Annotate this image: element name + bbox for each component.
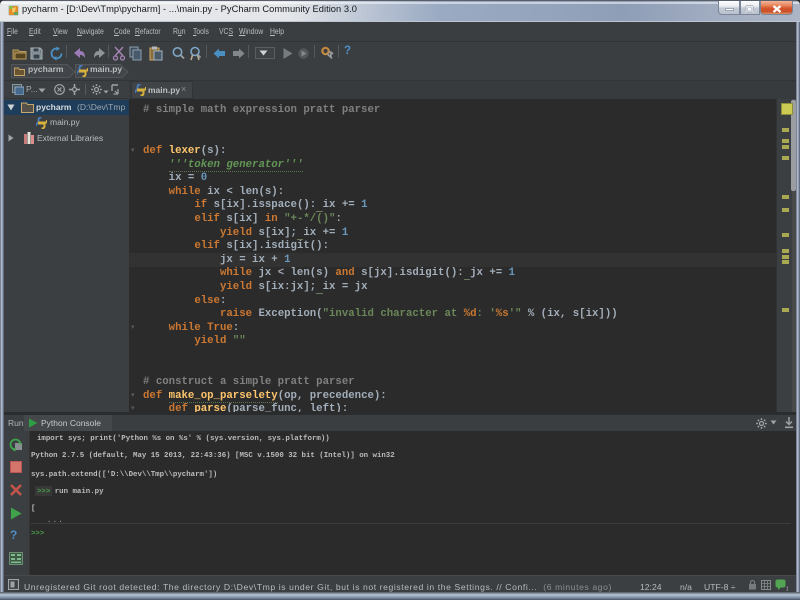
- svg-text:1: 1: [786, 587, 788, 592]
